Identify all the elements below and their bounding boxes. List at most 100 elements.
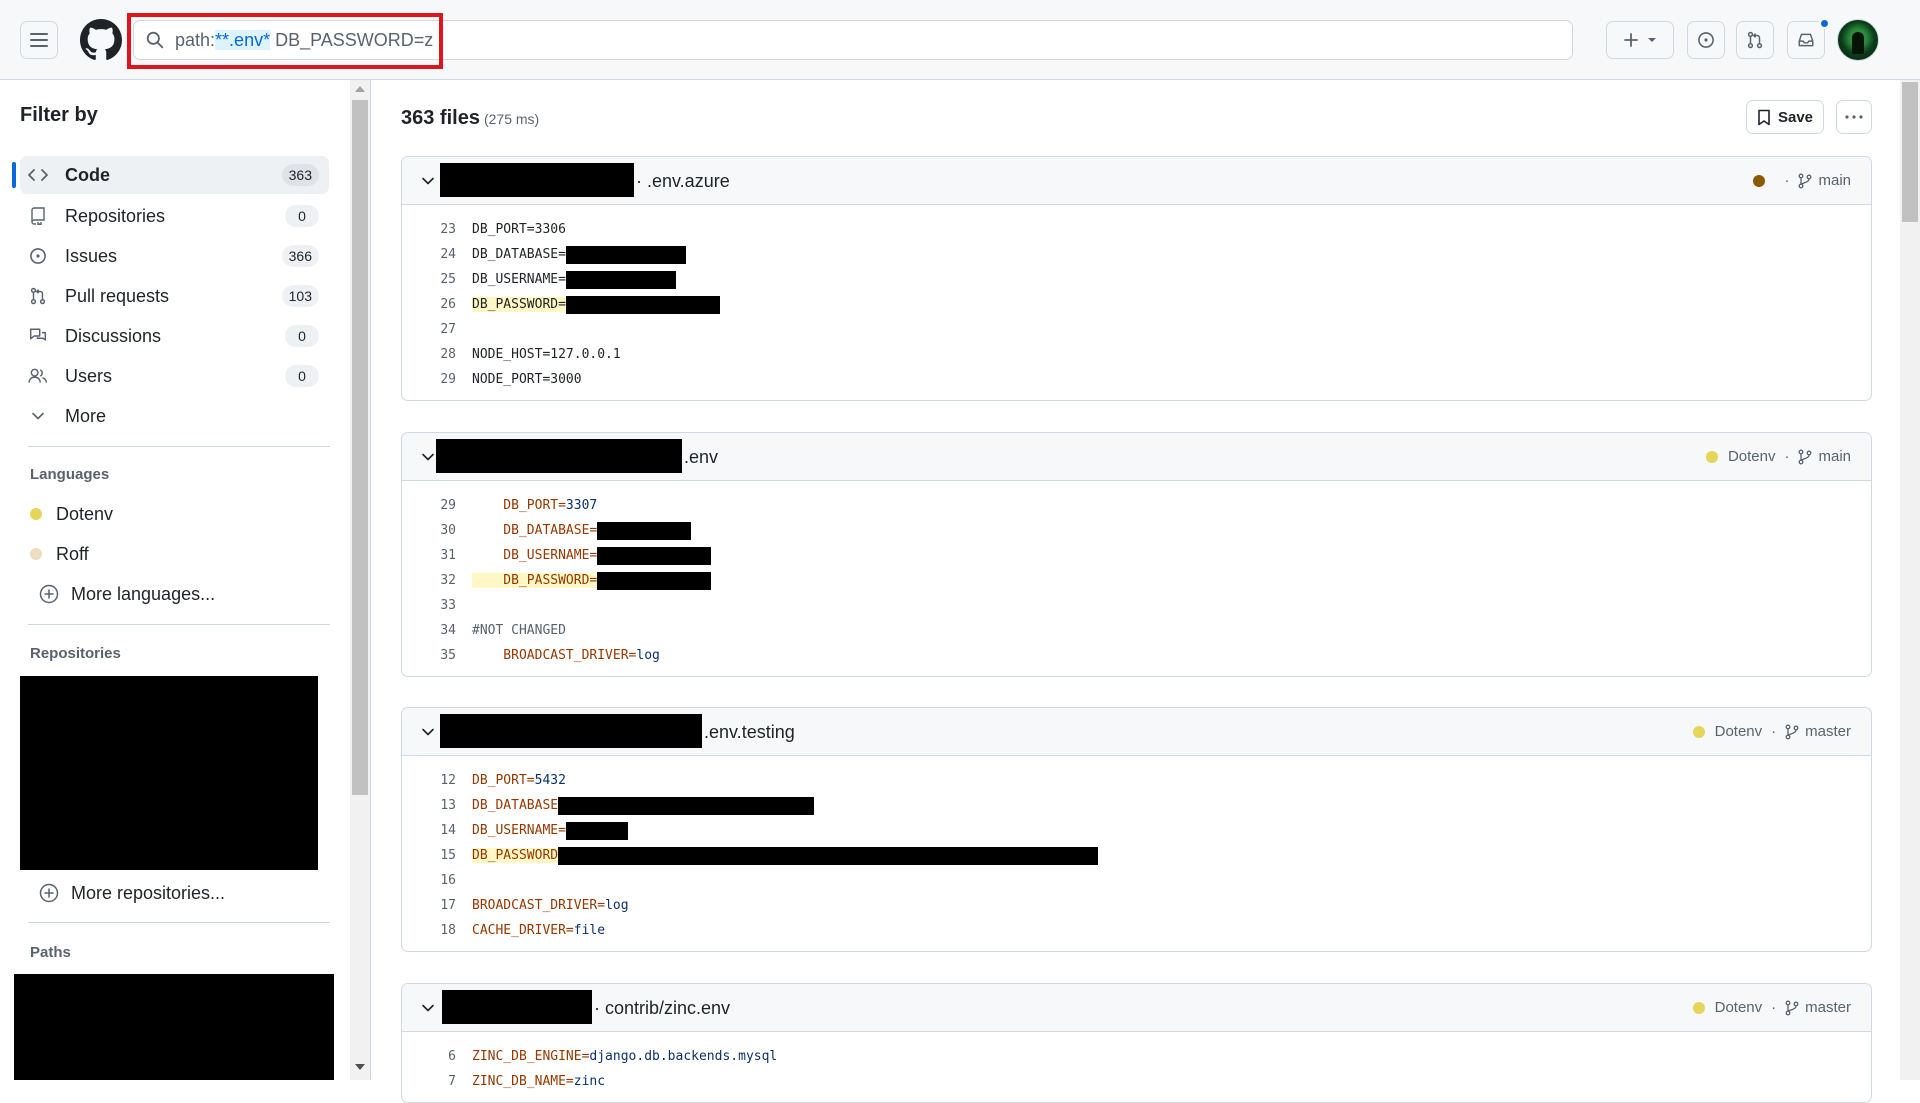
code-key: DB_DATABASE [472,798,559,813]
code-line: 18 CACHE_DRIVER= file [402,918,1871,943]
more-repositories-link[interactable]: More repositories... [39,878,225,908]
page-scrollbar[interactable] [1900,80,1920,1080]
result-file-path[interactable]: .env.testing [704,722,795,743]
redacted-value [565,295,720,314]
line-number[interactable]: 29 [402,372,456,387]
code-text: DB_USERNAME= [472,270,676,289]
line-number[interactable]: 29 [402,498,456,513]
git-pull-request-icon [28,286,48,306]
code-line: 30 DB_DATABASE= [402,518,1871,543]
line-number[interactable]: 25 [402,272,456,287]
user-avatar[interactable] [1837,19,1879,61]
branch-name[interactable]: master [1805,999,1851,1016]
chevron-down-icon[interactable] [420,449,436,465]
issues-button[interactable] [1687,21,1725,59]
more-languages-link[interactable]: More languages... [39,579,215,609]
pull-requests-button[interactable] [1736,21,1774,59]
line-number[interactable]: 27 [402,322,456,337]
filter-item-more[interactable]: More [20,397,329,435]
line-number[interactable]: 6 [402,1049,456,1064]
line-number[interactable]: 16 [402,873,456,888]
more-options-button[interactable] [1836,100,1872,134]
line-number[interactable]: 24 [402,247,456,262]
git-branch-icon [1785,724,1799,739]
language-filter-dotenv[interactable]: Dotenv [30,499,113,529]
filter-item-label: Code [65,164,110,185]
code-line: 25 DB_USERNAME= [402,267,1871,292]
filter-item-count: 366 [281,245,319,267]
line-number[interactable]: 34 [402,623,456,638]
code-value: django.db.backends.mysql [589,1049,778,1064]
filter-item-discussions[interactable]: Discussions 0 [20,317,329,355]
code-snippet: 29 DB_PORT= 3307 30 DB_DATABASE= 31 DB_US… [402,481,1871,668]
branch-name[interactable]: main [1818,172,1851,189]
line-number[interactable]: 12 [402,773,456,788]
line-number[interactable]: 13 [402,798,456,813]
branch-name[interactable]: master [1805,723,1851,740]
code-text: DB_PORT= 5432 [472,773,566,788]
repositories-heading: Repositories [30,645,121,662]
scroll-down-arrow-icon[interactable] [355,1064,365,1070]
line-number[interactable]: 14 [402,823,456,838]
result-card: · contrib/zinc.env Dotenv · master 6 ZINC… [401,983,1872,1103]
code-value: zinc [573,1074,606,1089]
github-logo-icon[interactable] [80,19,122,61]
line-number[interactable]: 33 [402,598,456,613]
git-branch-icon [1799,173,1812,188]
code-line: 17 BROADCAST_DRIVER= log [402,893,1871,918]
line-number[interactable]: 15 [402,848,456,863]
line-number[interactable]: 18 [402,923,456,938]
filter-item-users[interactable]: Users 0 [20,357,329,395]
filter-item-label: Issues [65,245,118,266]
redacted-value [565,245,686,264]
result-file-path[interactable]: · .env.azure [636,171,730,192]
filter-item-repositories[interactable]: Repositories 0 [20,197,329,235]
code-text: DB_USERNAME= [472,821,628,840]
result-file-path[interactable]: .env [684,447,718,468]
line-number[interactable]: 17 [402,898,456,913]
redacted-value [597,546,712,565]
line-number[interactable]: 32 [402,573,456,588]
line-number[interactable]: 26 [402,297,456,312]
line-number[interactable]: 35 [402,648,456,663]
line-number[interactable]: 31 [402,548,456,563]
filter-item-count: 0 [285,205,319,227]
redacted-value [597,521,692,540]
redacted-value [565,270,676,289]
code-text: BROADCAST_DRIVER= log [472,648,660,663]
language-filter-roff[interactable]: Roff [30,539,89,569]
code-text: DB_DATABASE [472,796,815,815]
line-number[interactable]: 7 [402,1074,456,1089]
languages-heading: Languages [30,466,110,483]
sidebar-scrollbar-thumb[interactable] [352,100,368,795]
chevron-down-icon[interactable] [420,173,436,189]
filter-item-pull-requests[interactable]: Pull requests 103 [20,277,329,315]
filter-by-heading: Filter by [20,104,98,126]
language-color-dot [1753,174,1766,187]
create-new-button[interactable] [1606,21,1674,59]
chevron-down-icon[interactable] [420,1000,436,1016]
line-number[interactable]: 28 [402,347,456,362]
redacted-repository-name [440,163,634,197]
line-number[interactable]: 30 [402,523,456,538]
chevron-down-icon[interactable] [420,724,436,740]
code-key: CACHE_DRIVER= [472,923,574,938]
filter-item-code[interactable]: Code 363 [12,156,329,194]
page-scrollbar-thumb[interactable] [1902,82,1918,222]
filter-item-count: 0 [285,365,319,387]
plus-icon [1624,33,1638,47]
save-search-button[interactable]: Save [1746,100,1824,134]
result-file-path[interactable]: · contrib/zinc.env [594,998,730,1019]
language-color-dot [1692,1001,1705,1014]
meta-separator: · [1771,999,1777,1016]
code-text: DB_PORT=3306 [472,222,566,237]
redacted-value [558,846,1099,865]
branch-name[interactable]: main [1818,448,1851,465]
scroll-up-arrow-icon[interactable] [355,86,365,92]
search-highlight-annotation [127,13,443,69]
repo-icon [28,206,48,226]
filter-item-issues[interactable]: Issues 366 [20,237,329,275]
code-text: DB_PASSWORD [472,846,1099,865]
line-number[interactable]: 23 [402,222,456,237]
menu-button[interactable] [20,21,58,59]
